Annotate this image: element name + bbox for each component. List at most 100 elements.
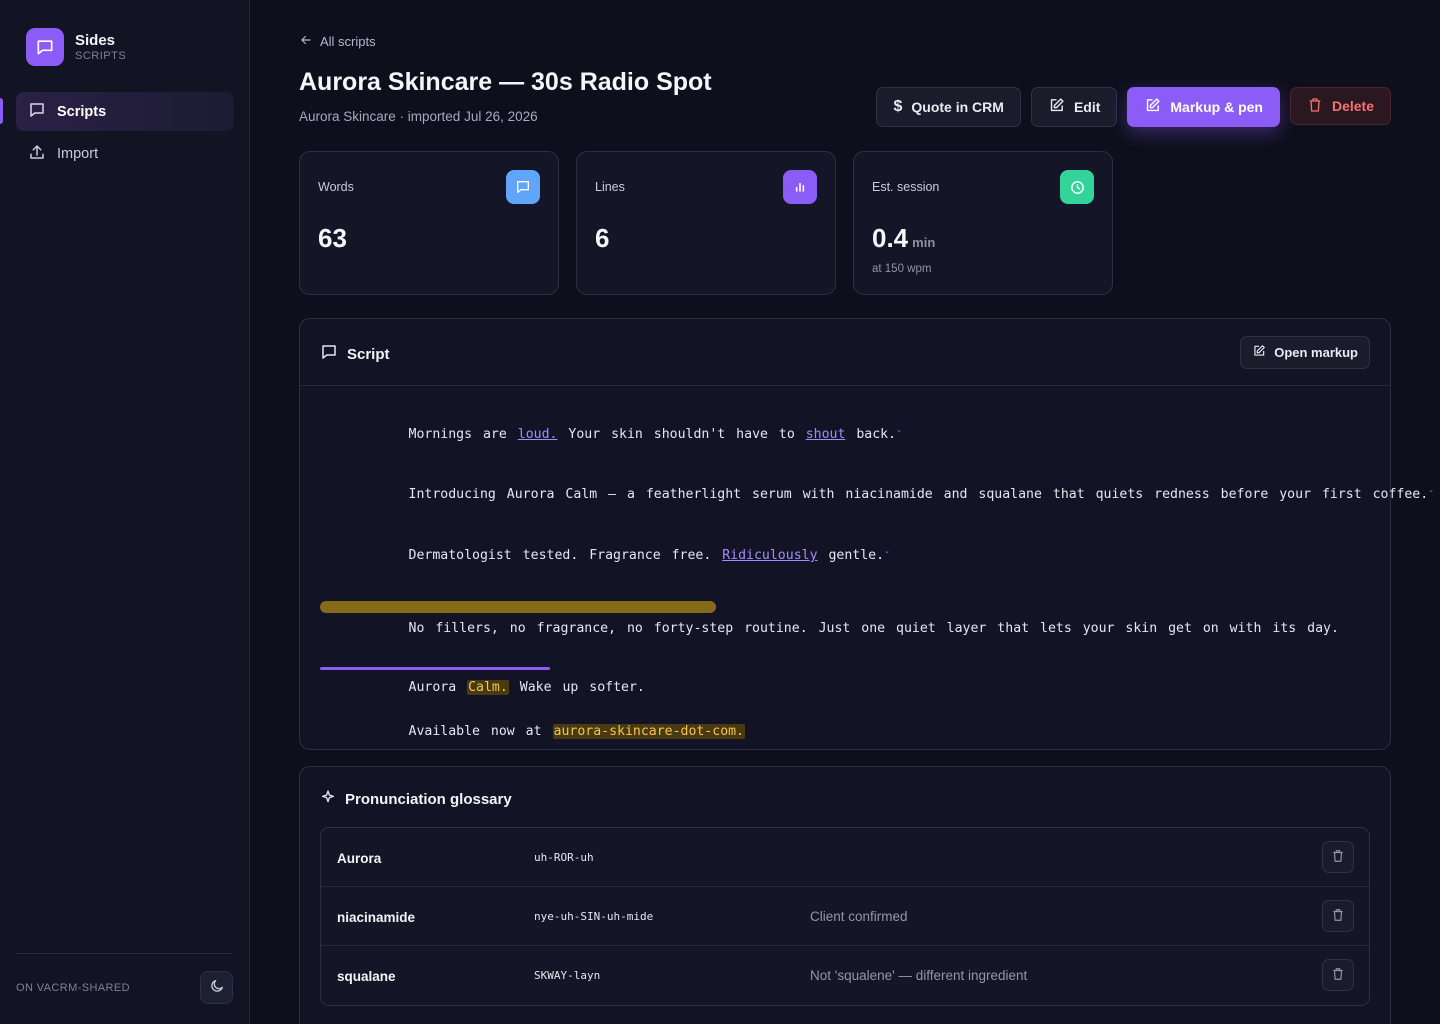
stat-value: 6: [595, 223, 610, 253]
dollar-icon: $: [893, 98, 903, 115]
script-line-3[interactable]: Dermatologist tested. Fragrance free. Ri…: [321, 533, 891, 578]
chat-bubble-icon: [26, 28, 64, 66]
struck-text: No fillers, no fragrance, no forty-step …: [408, 621, 808, 636]
script-line-5[interactable]: Aurora Calm. Wake up softer.: [320, 650, 645, 710]
glossary-pronunciation: SKWAY-layn: [534, 969, 601, 982]
brand[interactable]: Sides SCRIPTS: [26, 28, 126, 66]
glossary-card: Pronunciation glossary Aurora uh-ROR-uh …: [299, 766, 1391, 1024]
sidebar: Sides SCRIPTS Scripts Import ON VACRM-SH…: [0, 0, 250, 1024]
pen-square-icon: [1144, 97, 1161, 117]
line-text: Just one quiet layer that lets your skin…: [807, 621, 1339, 636]
arrow-left-icon: [299, 33, 313, 50]
sidebar-item-label: Scripts: [57, 103, 107, 120]
glossary-term: squalane: [337, 969, 396, 984]
highlight-mark[interactable]: Calm.: [467, 680, 509, 695]
script-title-label: Script: [347, 345, 390, 363]
script-line-2[interactable]: Introducing Aurora Calm — a featherlight…: [321, 472, 1435, 517]
emphasis-mark[interactable]: shout: [806, 427, 846, 442]
sidebar-item-import[interactable]: Import: [16, 134, 234, 173]
trash-icon: [1331, 967, 1345, 984]
line-text: Dermatologist tested. Fragrance free.: [408, 548, 723, 563]
open-markup-label: Open markup: [1274, 345, 1358, 360]
glossary-pronunciation: nye-uh-SIN-uh-mide: [534, 910, 654, 923]
delete-entry-button[interactable]: [1322, 900, 1354, 932]
stat-note: at 150 wpm: [872, 263, 932, 275]
delete-entry-button[interactable]: [1322, 841, 1354, 873]
glossary-note: Client confirmed: [810, 909, 908, 924]
glossary-row: Aurora uh-ROR-uh: [321, 828, 1369, 887]
glossary-pronunciation: uh-ROR-uh: [534, 851, 594, 864]
sidebar-nav: Scripts Import: [16, 92, 234, 176]
edit-button-label: Edit: [1073, 99, 1101, 115]
script-line-4[interactable]: No fillers, no fragrance, no forty-step …: [320, 591, 1339, 651]
script-meta: Aurora Skincare · imported Jul 26, 2026: [299, 109, 538, 124]
pause-mark: ˇ: [896, 430, 903, 441]
glossary-title: Pronunciation glossary: [320, 789, 512, 809]
stat-label: Words: [318, 180, 354, 194]
open-markup-button[interactable]: Open markup: [1240, 336, 1370, 369]
glossary-table: Aurora uh-ROR-uh niacinamide nye-uh-SIN-…: [320, 827, 1370, 1006]
pen-scribble: [320, 601, 716, 613]
highlight-mark[interactable]: aurora-skincare-dot-com.: [552, 724, 746, 739]
edit-icon: [1048, 97, 1065, 117]
script-card: Script Open markup Mornings are loud. Yo…: [299, 318, 1434, 750]
moon-icon: [209, 978, 225, 997]
edit-icon: [1252, 344, 1266, 361]
markup-pen-button[interactable]: Markup & pen: [1127, 87, 1280, 127]
glossary-title-label: Pronunciation glossary: [345, 790, 512, 808]
session-unit: min: [912, 235, 936, 250]
theme-toggle-button[interactable]: [200, 971, 233, 1004]
line-text: Aurora: [408, 680, 468, 695]
quote-button-label: Quote in CRM: [911, 99, 1004, 115]
quote-in-crm-button[interactable]: $ Quote in CRM: [876, 87, 1021, 127]
message-square-icon: [320, 343, 338, 365]
edit-button[interactable]: Edit: [1030, 87, 1118, 127]
stat-label: Est. session: [872, 180, 940, 194]
page-title: Aurora Skincare — 30s Radio Spot: [299, 68, 712, 96]
line-text: back.: [845, 427, 897, 442]
brand-subtitle: SCRIPTS: [75, 50, 127, 62]
active-indicator: [0, 98, 3, 124]
sidebar-footer: ON VACRM-SHARED: [16, 953, 233, 1004]
environment-label: ON VACRM-SHARED: [16, 981, 130, 994]
line-text: Mornings are: [408, 427, 518, 442]
glossary-term: Aurora: [337, 851, 382, 866]
toolbar: $ Quote in CRM Edit Markup & pen Delete: [876, 87, 1391, 127]
line-text: Wake up softer.: [508, 680, 645, 695]
stats-row: Words 63 Lines 6 Est. session 0.4 min at …: [299, 151, 1113, 295]
message-square-icon: [28, 101, 46, 123]
script-line-1[interactable]: Mornings are loud. Your skin shouldn't h…: [321, 412, 903, 457]
pen-underline: [320, 667, 550, 670]
pause-mark: ˇ: [1428, 490, 1435, 501]
stat-value: 0.4 min: [872, 223, 935, 254]
delete-button[interactable]: Delete: [1289, 87, 1391, 125]
trash-icon: [1331, 908, 1345, 925]
line-text: Your skin shouldn't have to: [557, 427, 806, 442]
script-line-6[interactable]: Available now at aurora-skincare-dot-com…: [321, 709, 746, 754]
stat-label: Lines: [595, 180, 625, 194]
sidebar-item-scripts[interactable]: Scripts: [16, 92, 234, 131]
script-card-header: Script Open markup: [300, 319, 1390, 386]
trash-icon: [1307, 97, 1323, 116]
delete-button-label: Delete: [1331, 98, 1374, 114]
glossary-note: Not 'squalene' — different ingredient: [810, 968, 1028, 983]
back-link-label: All scripts: [320, 34, 376, 49]
line-text: Introducing Aurora Calm — a featherlight…: [408, 487, 1429, 502]
emphasis-mark[interactable]: loud.: [518, 427, 558, 442]
session-value: 0.4: [872, 223, 909, 253]
line-text: Available now at: [408, 724, 553, 739]
stat-card-session: Est. session 0.4 min at 150 wpm: [853, 151, 1113, 295]
brand-name: Sides: [75, 32, 116, 49]
clock-icon: [1060, 170, 1094, 204]
delete-entry-button[interactable]: [1322, 959, 1354, 991]
script-title: Script: [320, 343, 390, 365]
back-link[interactable]: All scripts: [299, 33, 376, 50]
line-text: gentle.: [817, 548, 885, 563]
upload-icon: [28, 143, 46, 165]
emphasis-mark[interactable]: Ridiculously: [722, 548, 817, 563]
sparkle-icon: [320, 789, 336, 809]
stat-card-words: Words 63: [299, 151, 559, 295]
stat-card-lines: Lines 6: [576, 151, 836, 295]
bar-chart-icon: [783, 170, 817, 204]
stat-value: 63: [318, 223, 347, 253]
